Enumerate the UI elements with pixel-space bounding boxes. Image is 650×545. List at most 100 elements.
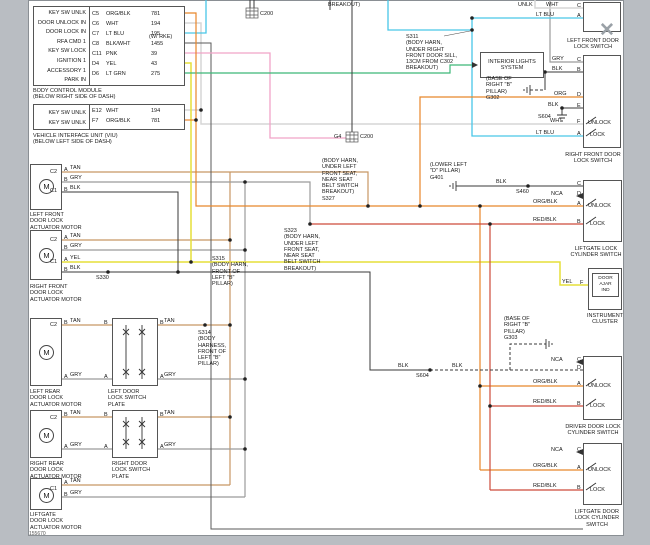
instrument-cluster-caption: INSTRUMENT CLUSTER <box>582 313 628 326</box>
pin-id: F7 <box>92 118 106 124</box>
connector-ref-label: G4 <box>334 134 341 140</box>
wire-color: BLK/WHT <box>106 41 151 47</box>
interior-lights-system-label: INTERIOR LIGHTS SYSTEM <box>481 59 543 72</box>
switch-position-unlock: UNLOCK <box>588 383 611 389</box>
switch-position-lock: LOCK <box>590 132 605 138</box>
pin-label: B <box>577 485 581 491</box>
ground-g401-label: (LOWER LEFT "D" PILLAR) G401 <box>430 162 474 181</box>
wire-color-label: YEL <box>562 279 572 285</box>
wire-color-label: ORG/BLK <box>533 379 557 385</box>
pin-label: A <box>577 131 581 137</box>
motor-symbol: M <box>39 345 54 360</box>
wiring-diagram-viewer: KEY SW UNLK DOOR UNLOCK IN DOOR LOCK IN … <box>0 0 650 545</box>
connector-label: C1 <box>50 259 57 265</box>
wire-color: LT GRN <box>106 71 151 77</box>
note-label: (W/ RKE) <box>149 34 172 40</box>
bcm-pin-row: C11PNK39 <box>92 51 157 57</box>
wire-color: PNK <box>106 51 151 57</box>
wire-color-label: TAN <box>70 318 81 324</box>
wire-color-label: GRY <box>70 372 82 378</box>
wire-color-label: TAN <box>70 410 81 416</box>
right-front-door-lock-switch: UNLOCK LOCK <box>583 55 621 148</box>
right-front-motor-caption: RIGHT FRONT DOOR LOCK ACTUATOR MOTOR <box>30 284 90 303</box>
liftgate-door-lock-actuator-motor: M <box>30 478 62 510</box>
pin-label: A <box>64 444 68 450</box>
signal-label: UNLK <box>518 2 533 8</box>
bcm-signal-list: KEY SW UNLK DOOR UNLOCK IN DOOR LOCK IN … <box>35 9 86 86</box>
pin-label: B <box>64 267 68 273</box>
wire-color-label: TAN <box>164 318 175 324</box>
liftgate-lock-cylinder-switch: UNLOCK LOCK <box>583 180 622 242</box>
pin-label: B <box>64 492 68 498</box>
circuit-number: 781 <box>151 118 160 124</box>
pin-label: B <box>64 177 68 183</box>
bcm-pin-row: C5ORG/BLK781 <box>92 11 160 17</box>
splice-label: S604 <box>416 373 429 379</box>
viu-signal-list: KEY SW UNLK KEY SW UNLK <box>35 108 86 128</box>
right-door-lock-switch-plate <box>112 410 158 458</box>
pin-label: A <box>64 235 68 241</box>
circuit-number: 194 <box>151 21 160 27</box>
liftgate-lock-cylinder-switch-caption: LIFTGATE LOCK CYLINDER SWITCH <box>568 246 624 259</box>
pin-label: A <box>64 374 68 380</box>
close-icon[interactable]: ✕ <box>599 21 615 40</box>
splice-label: S460 <box>516 189 529 195</box>
bcm-pin-row: D4YEL43 <box>92 61 157 67</box>
circuit-number: 194 <box>151 108 160 114</box>
wire-color-label: RED/BLK <box>533 399 557 405</box>
wire-color: ORG/BLK <box>106 11 151 17</box>
left-rear-door-lock-actuator-motor: M <box>30 318 62 386</box>
left-plate-label: LEFT DOOR LOCK SWITCH PLATE <box>108 389 158 408</box>
pin-label: B <box>577 67 581 73</box>
wire-color-label: TAN <box>70 233 81 239</box>
connector-ref-label: C200 <box>260 11 273 17</box>
pin-label: C <box>577 447 581 453</box>
connector-label: C1 <box>50 188 57 194</box>
wire-color-label: TAN <box>164 410 175 416</box>
pin-id: C11 <box>92 51 106 57</box>
pin-label: B <box>64 320 68 326</box>
instrument-cluster-box: DOOR AJAR IND <box>588 268 622 310</box>
driver-door-lock-cylinder-switch: UNLOCK LOCK <box>583 356 622 420</box>
pin-label: D <box>577 191 581 197</box>
viu-divider <box>89 105 90 129</box>
wire-color-label: ORG <box>554 91 567 97</box>
circuit-number: 781 <box>151 11 160 17</box>
splice-label: S604 <box>538 114 551 120</box>
pin-label: A <box>104 444 108 450</box>
wire-color-label: ORG/BLK <box>533 199 557 205</box>
circuit-number: 1455 <box>151 41 163 47</box>
wire-color-label: GRY <box>70 243 82 249</box>
pin-label: E <box>577 103 581 109</box>
liftgate-door-lock-cylinder-switch: UNLOCK LOCK <box>583 443 622 505</box>
wire-color-label: BLK <box>70 185 80 191</box>
wire-color-label: WHT <box>550 118 563 124</box>
switch-position-lock: LOCK <box>590 487 605 493</box>
pin-label: D <box>577 365 581 371</box>
wire-color-label: BLK <box>548 102 558 108</box>
bcm-pin-row: C6WHT194 <box>92 21 160 27</box>
bcm-pin-row: C8BLK/WHT1455 <box>92 41 163 47</box>
liftgate-door-lock-cylinder-switch-caption: LIFTGATE DOOR LOCK CYLINDER SWITCH <box>572 509 622 528</box>
pin-label: B <box>104 412 108 418</box>
connector-label: C1 <box>50 486 57 492</box>
viu-pin-row: E12WHT194 <box>92 108 160 114</box>
splice-s311-label: S311 (BODY HARN, UNDER RIGHT FRONT DOOR … <box>406 34 464 72</box>
wire-color-label: RED/BLK <box>533 217 557 223</box>
pin-label: A <box>577 381 581 387</box>
wire-color-label: LT BLU <box>536 12 554 18</box>
wire-color: ORG/BLK <box>106 118 151 124</box>
motor-symbol: M <box>39 428 54 443</box>
right-plate-label: RIGHT DOOR LOCK SWITCH PLATE <box>112 461 162 480</box>
pin-id: C7 <box>92 31 106 37</box>
right-front-door-lock-switch-caption: RIGHT FRONT DOOR LOCK SWITCH <box>564 152 622 165</box>
wire-color-label: BLK <box>552 66 562 72</box>
left-door-lock-switch-plate <box>112 318 158 386</box>
pin-label: B <box>64 187 68 193</box>
nca-label: NCA <box>551 357 563 363</box>
wire-color-label: WHT <box>546 2 559 8</box>
bcm-caption: BODY CONTROL MODULE (BELOW RIGHT SIDE OF… <box>33 88 153 101</box>
wire-color-label: GRY <box>164 372 176 378</box>
splice-s323-label: S323 (BODY HARN, UNDER LEFT FRONT SEAT, … <box>284 228 332 272</box>
viu-box: KEY SW UNLK KEY SW UNLK E12WHT194 F7ORG/… <box>33 104 185 130</box>
